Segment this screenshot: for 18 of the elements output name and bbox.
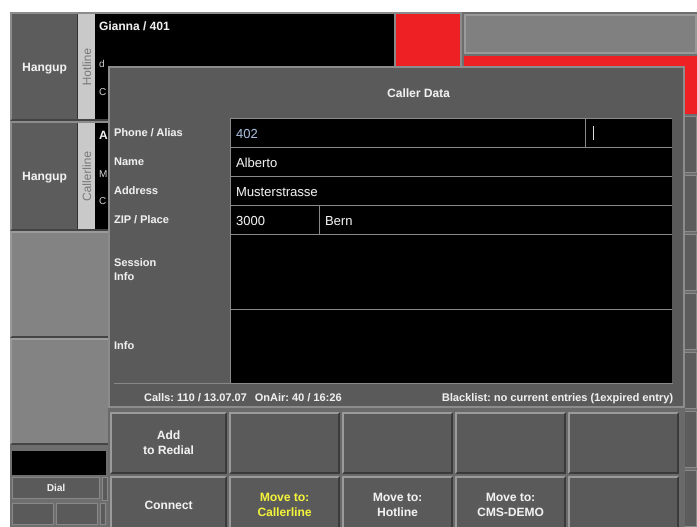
caller-detail: C: [99, 196, 106, 208]
field-label: Name: [114, 154, 145, 168]
line-label: Callerline: [80, 150, 94, 201]
caller-name: Gianna / 401: [99, 19, 170, 33]
caller-name: A: [99, 128, 108, 142]
caller-detail: M: [99, 168, 108, 180]
call-stats: Calls: 110 / 13.07.07: [144, 392, 247, 404]
field-label: Address: [114, 184, 160, 198]
on-air-stats: OnAir: 40 / 16:26: [254, 392, 342, 404]
caller-detail: d: [99, 59, 105, 70]
field-label: Session Info: [114, 256, 158, 284]
field-label: ZIP / Place: [114, 212, 170, 226]
field-label: Phone / Alias: [114, 126, 184, 140]
field-label: Info: [114, 339, 136, 353]
caller-detail: C: [99, 86, 106, 98]
dialog-title: Caller Data: [387, 86, 450, 100]
blacklist-status: Blacklist: no current entries (1expired entry): [442, 392, 673, 404]
line-label: Hotline: [80, 48, 94, 86]
